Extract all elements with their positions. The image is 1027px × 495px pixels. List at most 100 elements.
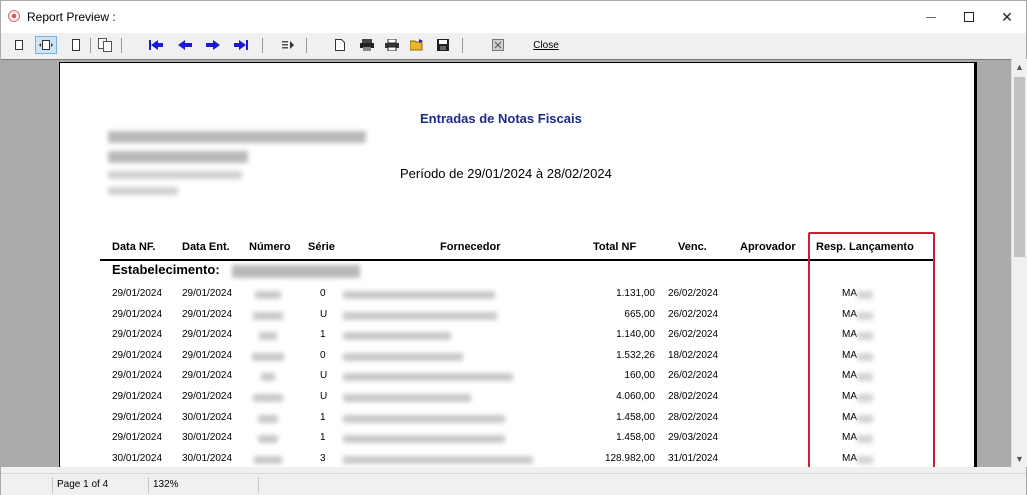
- page-icon: [335, 39, 345, 51]
- cell-resp-redacted: [857, 332, 873, 341]
- close-preview-button[interactable]: Close: [531, 36, 561, 54]
- cell-numero-redacted: [258, 414, 278, 423]
- goto-page-button[interactable]: [281, 36, 295, 54]
- minimize-icon: [926, 16, 936, 18]
- cell-data-ent: 29/01/2024: [182, 370, 233, 382]
- printer-setup-icon: [360, 39, 374, 51]
- cell-total-nf: 1.458,00: [616, 432, 655, 444]
- cell-resp: MA: [842, 370, 857, 382]
- close-window-button[interactable]: ✕: [984, 1, 1027, 33]
- next-page-button[interactable]: [203, 36, 223, 54]
- scroll-up-icon[interactable]: ▲: [1012, 59, 1027, 75]
- export-button[interactable]: [491, 36, 505, 54]
- single-page-button[interactable]: [14, 36, 24, 54]
- printer-setup-button[interactable]: [359, 36, 375, 54]
- page-width-button[interactable]: [35, 36, 57, 54]
- cell-numero-redacted: [255, 291, 281, 299]
- company-detail-redacted: [108, 187, 178, 195]
- report-period: Período de 29/01/2024 à 28/02/2024: [400, 166, 612, 181]
- status-page: Page 1 of 4: [53, 477, 149, 493]
- table-row: 29/01/2024 29/01/2024 0 1.131,00 26/02/2024 M…: [60, 285, 960, 305]
- cell-data-nf: 29/01/2024: [112, 329, 163, 341]
- last-page-button[interactable]: [231, 36, 251, 54]
- cell-resp: MA: [842, 411, 857, 423]
- cell-total-nf: 665,00: [624, 308, 655, 320]
- toolbar-separator: [306, 38, 307, 53]
- toolbar-separator: [90, 38, 91, 53]
- table-row: 29/01/2024 29/01/2024 U 665,00 26/02/2024 MA: [60, 306, 960, 326]
- cell-resp-redacted: [857, 291, 873, 299]
- next-page-icon: [206, 40, 220, 50]
- previous-page-button[interactable]: [175, 36, 195, 54]
- cell-serie: U: [320, 370, 328, 382]
- cell-fornecedor-redacted: [343, 291, 495, 299]
- company-name-redacted: [108, 131, 366, 143]
- cell-resp-redacted: [857, 394, 873, 402]
- cell-resp: MA: [842, 452, 857, 464]
- printer-icon: [385, 39, 399, 51]
- cell-numero-redacted: [252, 352, 284, 361]
- header-divider: [100, 259, 935, 261]
- cell-serie: U: [320, 391, 328, 402]
- report-title: Entradas de Notas Fiscais: [420, 111, 582, 126]
- cell-venc: 28/02/2024: [668, 411, 719, 423]
- cell-resp: MA: [842, 432, 857, 444]
- cell-data-ent: 29/01/2024: [182, 329, 233, 341]
- cell-resp-redacted: [857, 373, 873, 382]
- cell-data-nf: 29/01/2024: [112, 349, 163, 361]
- maximize-icon: [964, 12, 974, 22]
- column-header-aprovador: Aprovador: [740, 241, 796, 253]
- cell-total-nf: 1.458,00: [616, 411, 655, 423]
- vertical-scrollbar[interactable]: ▲ ▼: [1011, 59, 1027, 467]
- close-icon: ✕: [1001, 8, 1013, 25]
- table-row: 29/01/2024 29/01/2024 0 1.532,26 18/02/2024 M…: [60, 347, 960, 367]
- save-icon: [437, 39, 449, 51]
- cell-data-ent: 30/01/2024: [182, 452, 233, 464]
- goto-page-icon: [282, 41, 294, 49]
- cell-serie: 1: [320, 329, 326, 341]
- cell-resp-redacted: [857, 414, 873, 423]
- cell-resp: MA: [842, 308, 857, 320]
- cell-resp-redacted: [857, 311, 873, 320]
- open-button[interactable]: [409, 36, 425, 54]
- table-row: 30/01/2024 30/01/2024 3 128.982,00 31/01/202…: [60, 450, 960, 467]
- column-header-data-ent: Data Ent.: [182, 241, 230, 253]
- cell-fornecedor-redacted: [343, 414, 505, 423]
- cell-serie: U: [320, 308, 328, 320]
- page-setup-button[interactable]: [334, 36, 346, 54]
- table-row: 29/01/2024 29/01/2024 U 160,00 26/02/2024 MA: [60, 367, 960, 387]
- scroll-down-icon[interactable]: ▼: [1012, 451, 1027, 467]
- cell-numero-redacted: [258, 435, 278, 444]
- cell-resp: MA: [842, 288, 857, 299]
- last-page-icon: [234, 40, 248, 50]
- first-page-button[interactable]: [146, 36, 166, 54]
- cell-total-nf: 1.140,00: [616, 329, 655, 341]
- table-row: 29/01/2024 30/01/2024 1 1.458,00 29/03/2024 M…: [60, 429, 960, 449]
- open-folder-icon: [410, 39, 423, 51]
- scrollbar-thumb[interactable]: [1014, 77, 1025, 257]
- full-page-icon: [72, 39, 80, 51]
- title-bar: Report Preview : ✕: [1, 1, 1026, 33]
- first-page-icon: [149, 40, 163, 50]
- cell-serie: 0: [320, 349, 326, 361]
- save-button[interactable]: [435, 36, 451, 54]
- multi-page-button[interactable]: [97, 36, 113, 54]
- cell-venc: 18/02/2024: [668, 349, 719, 361]
- cell-total-nf: 1.131,00: [616, 288, 655, 299]
- full-page-button[interactable]: [71, 36, 81, 54]
- cell-fornecedor-redacted: [343, 455, 533, 464]
- cell-fornecedor-redacted: [343, 311, 497, 320]
- establishment-name-redacted: [232, 265, 360, 278]
- cell-fornecedor-redacted: [343, 435, 505, 444]
- column-header-data-nf: Data NF.: [112, 241, 156, 253]
- cell-numero-redacted: [259, 332, 277, 341]
- multi-page-icon: [98, 38, 112, 52]
- cell-data-nf: 29/01/2024: [112, 411, 163, 423]
- column-header-fornecedor: Fornecedor: [440, 241, 501, 253]
- cell-resp-redacted: [857, 455, 873, 464]
- cell-venc: 26/02/2024: [668, 308, 719, 320]
- print-button[interactable]: [384, 36, 400, 54]
- cell-resp-redacted: [857, 435, 873, 444]
- preview-area[interactable]: Entradas de Notas Fiscais Período de 29/…: [1, 59, 1011, 467]
- cell-venc: 26/02/2024: [668, 288, 719, 299]
